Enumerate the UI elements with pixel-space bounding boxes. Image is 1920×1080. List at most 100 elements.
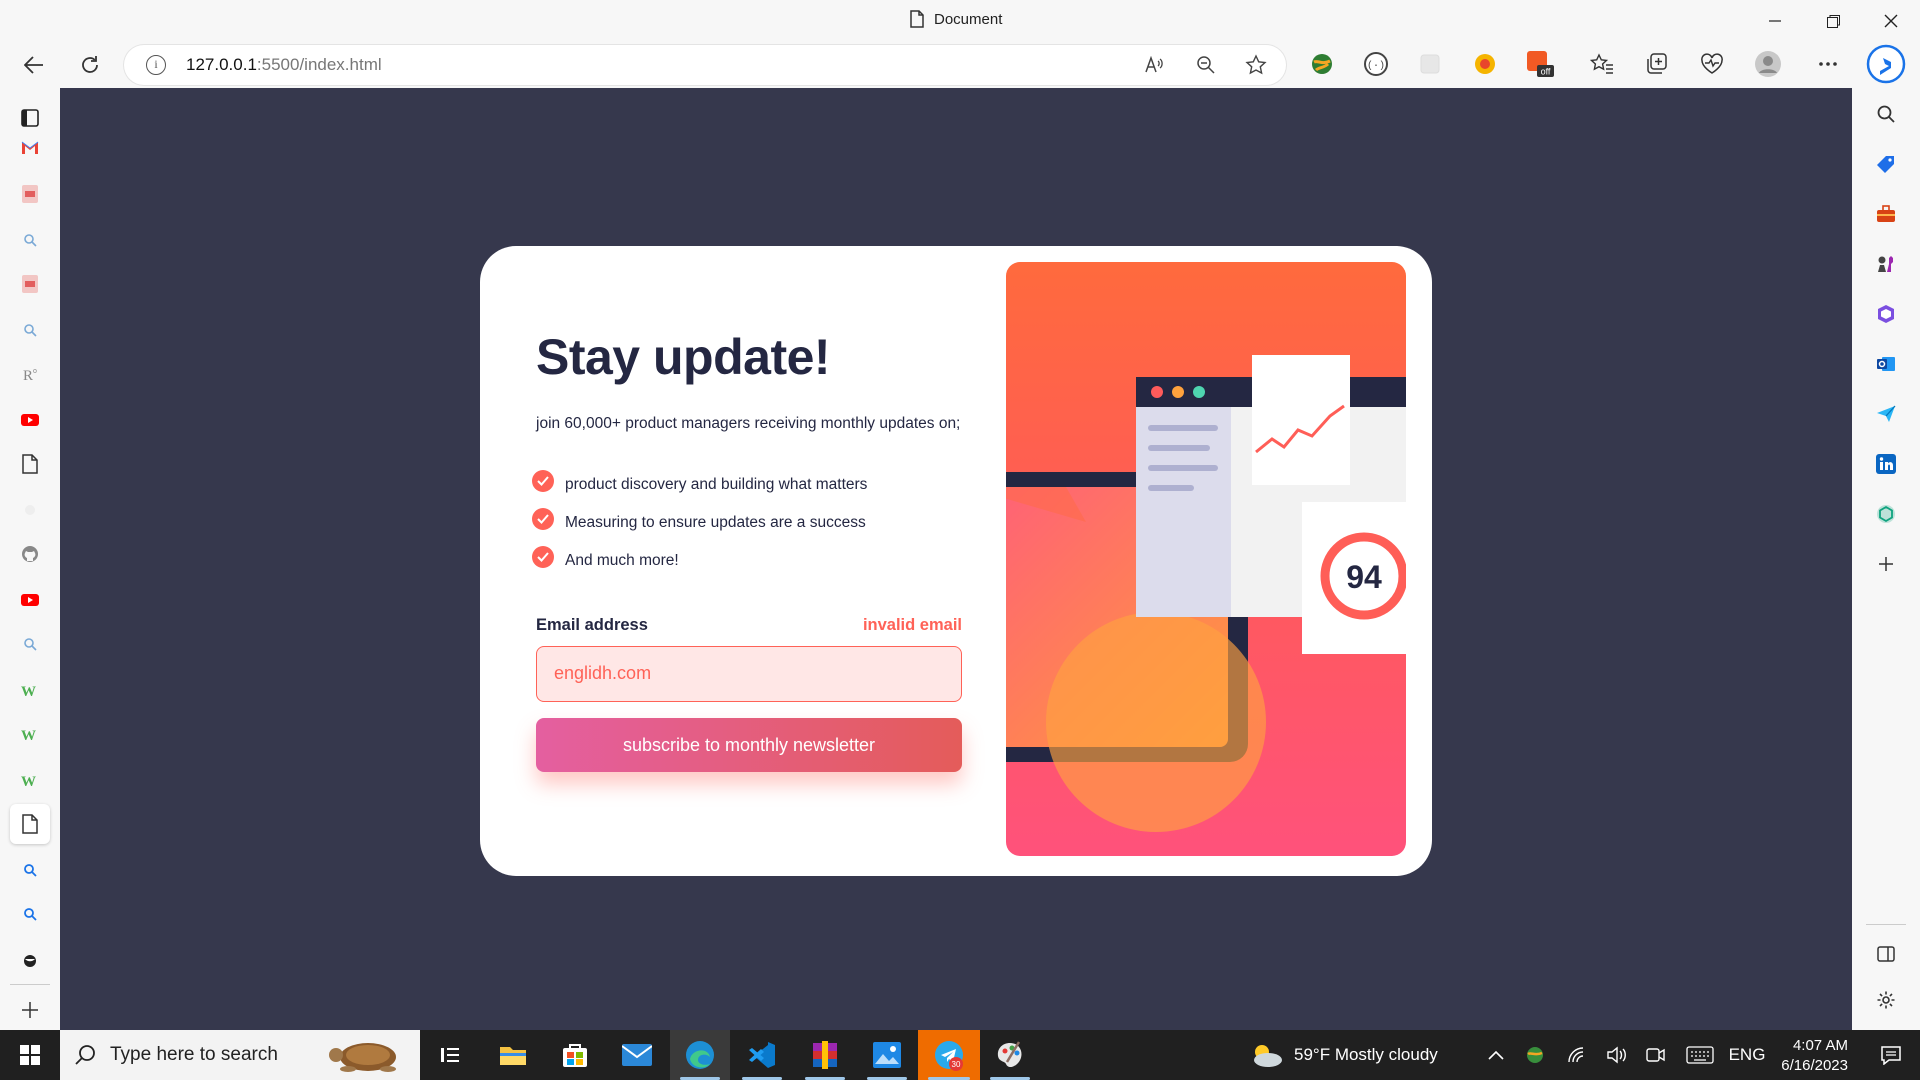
send-plane-icon[interactable] [1870, 398, 1902, 430]
restore-icon [1826, 14, 1840, 28]
settings-more-icon[interactable] [1812, 48, 1844, 80]
vscode-icon [749, 1042, 775, 1068]
start-button[interactable] [0, 1030, 60, 1080]
w3schools-icon[interactable]: W [14, 764, 46, 796]
shopping-tag-icon[interactable] [1870, 148, 1902, 180]
w3schools-icon[interactable]: W [14, 674, 46, 706]
site-info-icon[interactable]: i [146, 55, 166, 75]
keyboard-icon [1686, 1046, 1714, 1064]
favorite-star-icon[interactable] [1244, 53, 1268, 77]
github-icon[interactable] [14, 538, 46, 570]
address-bar[interactable]: i 127.0.0.1:5500/index.html [124, 45, 1286, 85]
bing-copilot-icon[interactable] [1866, 44, 1906, 84]
sidebar-divider [10, 984, 50, 985]
youtube-icon[interactable] [14, 584, 46, 616]
notification-center-button[interactable] [1866, 1030, 1916, 1080]
clock[interactable]: 4:07 AM 6/16/2023 [1768, 1036, 1848, 1076]
svg-text:(·): (·) [1367, 60, 1385, 72]
youtube-icon[interactable] [14, 404, 46, 436]
svg-text:W: W [21, 728, 36, 742]
zoom-out-icon[interactable] [1194, 53, 1218, 77]
search-icon[interactable] [14, 898, 46, 930]
photos-icon [873, 1042, 901, 1068]
edge-browser-button[interactable] [670, 1030, 730, 1080]
mail-button[interactable] [612, 1030, 662, 1080]
linkedin-icon[interactable] [1870, 448, 1902, 480]
taskbar-search[interactable]: Type here to search [60, 1030, 420, 1080]
subscribe-button[interactable]: subscribe to monthly newsletter [536, 718, 962, 772]
tab-actions-icon[interactable] [14, 102, 46, 134]
search-icon[interactable] [14, 314, 46, 346]
refresh-button[interactable] [72, 47, 108, 83]
extension-globe-icon[interactable] [1306, 48, 1338, 80]
photos-button[interactable] [857, 1030, 917, 1080]
tools-briefcase-icon[interactable] [1870, 198, 1902, 230]
svg-text:off: off [1541, 67, 1551, 77]
browser-essentials-icon[interactable] [1696, 48, 1728, 80]
page-title: Stay update! [536, 329, 831, 385]
profile-avatar-icon[interactable] [1752, 48, 1784, 80]
svg-text:o: o [33, 368, 37, 375]
sidebar-toggle-icon[interactable] [1870, 938, 1902, 970]
winrar-button[interactable] [795, 1030, 855, 1080]
settings-gear-icon[interactable] [1870, 984, 1902, 1016]
extension-off-icon[interactable]: off [1524, 48, 1556, 80]
faded-app-icon[interactable] [14, 494, 46, 526]
tray-app-button[interactable] [1520, 1030, 1550, 1080]
email-label: Email address [536, 616, 648, 634]
games-chess-icon[interactable] [1870, 248, 1902, 280]
paint-button[interactable] [980, 1030, 1040, 1080]
back-button[interactable] [16, 47, 52, 83]
task-view-icon [441, 1048, 459, 1062]
search-icon[interactable] [1870, 98, 1902, 130]
pdf-icon[interactable] [14, 268, 46, 300]
favorites-icon[interactable] [1586, 48, 1618, 80]
extension-brackets-icon[interactable]: (·) [1360, 48, 1392, 80]
volume-button[interactable] [1602, 1030, 1632, 1080]
back-arrow-icon [24, 56, 43, 74]
extension-grey-icon[interactable] [1414, 48, 1446, 80]
list-item: And much more! [532, 546, 679, 570]
vscode-button[interactable] [732, 1030, 792, 1080]
meet-now-button[interactable] [1640, 1030, 1670, 1080]
collections-icon[interactable] [1641, 48, 1673, 80]
notification-icon [1881, 1046, 1901, 1065]
gmail-icon[interactable] [14, 132, 46, 164]
task-view-button[interactable] [430, 1030, 470, 1080]
search-icon[interactable] [14, 628, 46, 660]
microsoft-365-icon[interactable] [1870, 298, 1902, 330]
r-logo-icon[interactable]: Ro [14, 358, 46, 390]
weather-widget[interactable]: 59°F Mostly cloudy [1250, 1030, 1450, 1080]
file-explorer-button[interactable] [488, 1030, 538, 1080]
microsoft-store-button[interactable] [550, 1030, 600, 1080]
intro-text: join 60,000+ product managers receiving … [536, 415, 961, 432]
w3schools-icon[interactable]: W [14, 718, 46, 750]
restore-button[interactable] [1806, 0, 1860, 42]
pdf-icon[interactable] [14, 178, 46, 210]
dark-circle-icon[interactable] [14, 944, 46, 976]
add-icon[interactable] [14, 994, 46, 1026]
extension-flower-icon[interactable] [1469, 48, 1501, 80]
document-icon[interactable] [14, 448, 46, 480]
telegram-button[interactable]: 30 [918, 1030, 980, 1080]
show-hidden-icons-button[interactable] [1484, 1030, 1508, 1080]
network-button[interactable] [1562, 1030, 1592, 1080]
search-icon[interactable] [14, 854, 46, 886]
touch-keyboard-button[interactable] [1682, 1030, 1718, 1080]
language-indicator[interactable]: ENG [1726, 1030, 1768, 1080]
search-icon[interactable] [14, 224, 46, 256]
outlook-icon[interactable] [1870, 348, 1902, 380]
taskbar: Type here to search 30 59°F Mostly cloud… [0, 1030, 1920, 1080]
add-icon[interactable] [1870, 548, 1902, 580]
chatgpt-icon[interactable] [1870, 498, 1902, 530]
minimize-button[interactable] [1748, 0, 1802, 42]
list-item: product discovery and building what matt… [532, 470, 867, 494]
navigation-bar: i 127.0.0.1:5500/index.html (·) off [0, 42, 1920, 88]
url-text[interactable]: 127.0.0.1:5500/index.html [186, 55, 382, 75]
winrar-icon [813, 1041, 837, 1069]
tray-globe-icon [1527, 1047, 1543, 1063]
document-icon[interactable] [10, 804, 50, 844]
email-input[interactable]: englidh.com [536, 646, 962, 702]
read-aloud-icon[interactable] [1142, 53, 1166, 77]
close-button[interactable] [1864, 0, 1918, 42]
